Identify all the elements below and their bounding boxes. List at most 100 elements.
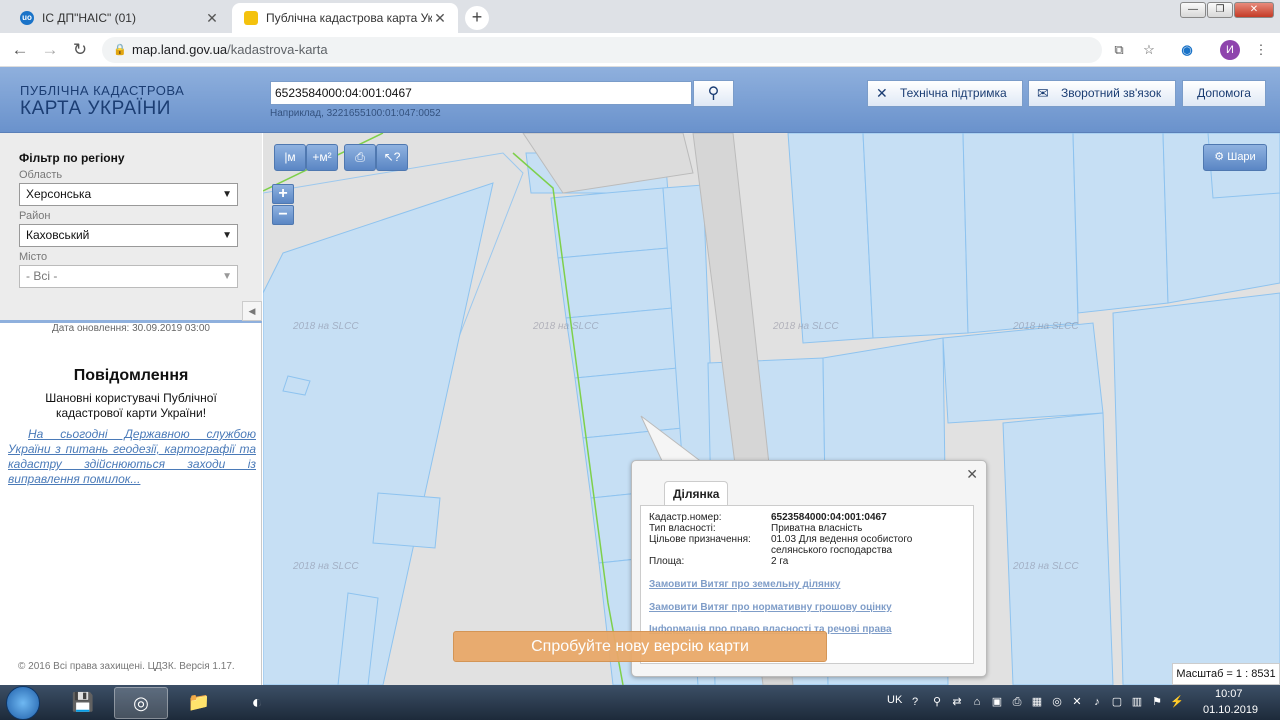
cadastral-search-input[interactable]	[270, 81, 692, 105]
tools-icon: ✕	[876, 85, 888, 101]
app-icon[interactable]: ◐	[230, 687, 284, 719]
search-button[interactable]: ⚲	[693, 80, 734, 107]
language-indicator[interactable]: UK	[887, 694, 902, 706]
identify-label: ?	[393, 150, 401, 164]
close-icon[interactable]: ✕	[204, 10, 220, 27]
menu-icon[interactable]: ⋮	[1252, 41, 1270, 59]
feedback-button[interactable]: ✉ Зворотний зв'язок	[1028, 80, 1176, 107]
help-label: Допомога	[1197, 86, 1251, 100]
watermark: 2018 на SLCC	[773, 321, 839, 332]
field-value: 6523584000:04:001:0467	[771, 512, 887, 523]
save-disk-icon[interactable]: 💾	[56, 687, 110, 719]
field-key: Цільове призначення:	[649, 534, 751, 545]
rayon-select[interactable]: Каховський ▼	[19, 224, 238, 247]
reload-icon[interactable]: ↻	[69, 39, 91, 61]
tab-is-dp-nais[interactable]: uo ІС ДП"НАІС" (01) ✕	[8, 3, 230, 33]
tab-title: Публічна кадастрова карта України	[266, 11, 432, 25]
field-key: Кадастр.номер:	[649, 512, 722, 523]
measure-area-label: +м²	[312, 150, 332, 164]
identify-button[interactable]: ↖?	[376, 144, 408, 171]
try-new-version-banner[interactable]: Спробуйте нову версію карти	[453, 631, 827, 662]
tab-title: ІС ДП"НАІС" (01)	[42, 11, 136, 25]
maximize-button[interactable]: ❐	[1207, 2, 1233, 18]
region-filter-panel: Фільтр по регіону Область Херсонська ▼ Р…	[0, 133, 262, 323]
minimize-button[interactable]: —	[1180, 2, 1206, 18]
tray-icon[interactable]: ▦	[1030, 695, 1044, 709]
browser-toolbar: ← → ↻ 🔒 map.land.gov.ua/kadastrova-karta…	[0, 33, 1280, 67]
collapse-sidebar-button[interactable]: ◀	[242, 301, 262, 321]
site-header: ПУБЛІЧНА КАДАСТРОВА КАРТА УКРАЇНИ ⚲ Напр…	[0, 67, 1280, 133]
search-hint: Наприклад, 3221655100:01:047:0052	[270, 108, 441, 119]
tray-icon[interactable]: ⌂	[970, 695, 984, 709]
dropdown-arrow-icon: ▼	[222, 271, 232, 282]
start-button[interactable]	[6, 686, 40, 720]
zoom-in-button[interactable]: +	[272, 184, 294, 204]
watermark: 2018 на SLCC	[1013, 561, 1079, 572]
tray-icon[interactable]: ▥	[1130, 695, 1144, 709]
layers-button[interactable]: ⚙ Шари	[1203, 144, 1267, 171]
back-icon[interactable]: ←	[9, 39, 31, 61]
help-button[interactable]: Допомога	[1182, 80, 1266, 107]
oblast-value: Херсонська	[26, 187, 92, 201]
tray-icon[interactable]: ⇄	[950, 695, 964, 709]
tray-icon[interactable]: ▢	[1110, 695, 1124, 709]
help-icon[interactable]: ?	[908, 695, 922, 709]
city-label: Місто	[19, 251, 48, 263]
tray-icon[interactable]: ✕	[1070, 695, 1084, 709]
dropdown-arrow-icon: ▼	[222, 189, 232, 200]
lock-icon: 🔒	[113, 44, 127, 56]
watermark: 2018 на SLCC	[293, 321, 359, 332]
clock-time[interactable]: 10:07	[1215, 688, 1243, 700]
star-icon[interactable]: ☆	[1140, 41, 1158, 59]
cadastral-map[interactable]: 2018 на SLCC 2018 на SLCC 2018 на SLCC 2…	[263, 133, 1280, 685]
tray-icon[interactable]: ⎙	[1010, 695, 1024, 709]
extension-icon[interactable]: ◉	[1178, 41, 1196, 59]
window-close-button[interactable]: ✕	[1234, 2, 1274, 18]
tab-parcel[interactable]: Ділянка	[664, 481, 729, 506]
pointer-icon: ↖	[383, 150, 394, 164]
support-button[interactable]: ✕ Технічна підтримка	[867, 80, 1023, 107]
close-icon[interactable]: ✕	[966, 466, 978, 483]
new-tab-button[interactable]: +	[465, 6, 489, 30]
avatar[interactable]: И	[1220, 40, 1240, 60]
tray-icon[interactable]: ⚲	[930, 695, 944, 709]
chrome-icon[interactable]: ◎	[1050, 695, 1064, 709]
envelope-icon: ✉	[1037, 85, 1049, 101]
order-extract-valuation-link[interactable]: Замовити Витяг про нормативну грошову оц…	[649, 602, 892, 613]
print-button[interactable]: ⎙	[344, 144, 376, 171]
layers-label: Шари	[1227, 151, 1256, 163]
field-value: 01.03 Для ведення особистого селянського…	[771, 534, 913, 556]
notice-link[interactable]: На сьогодні Державною службою України з …	[8, 427, 256, 487]
oblast-select[interactable]: Херсонська ▼	[19, 183, 238, 206]
url-host: map.land.gov.ua	[132, 42, 228, 57]
filter-title: Фільтр по регіону	[19, 151, 125, 165]
dropdown-arrow-icon: ▼	[222, 230, 232, 241]
uo-logo-icon: uo	[20, 11, 34, 25]
translate-icon[interactable]: ⧉	[1110, 41, 1128, 59]
measure-line-button[interactable]: |м	[274, 144, 306, 171]
windows-taskbar: 💾 ◎ 📁 ◐ UK ? ⚲ ⇄ ⌂ ▣ ⎙ ▦ ◎ ✕ ♪ ▢ ▥ ⚑ ⚡ 1…	[0, 685, 1280, 720]
tab-cadastral-map[interactable]: Публічна кадастрова карта України ✕	[232, 3, 458, 33]
clock-date[interactable]: 01.10.2019	[1203, 704, 1258, 716]
forward-icon[interactable]: →	[39, 39, 61, 61]
close-icon[interactable]: ✕	[432, 10, 448, 27]
volume-icon[interactable]: ♪	[1090, 695, 1104, 709]
logo-line2: КАРТА УКРАЇНИ	[20, 98, 171, 119]
field-key: Площа:	[649, 556, 685, 567]
folder-icon[interactable]: 📁	[172, 687, 226, 719]
order-extract-parcel-link[interactable]: Замовити Витяг про земельну ділянку	[649, 579, 840, 590]
measure-area-button[interactable]: +м²	[306, 144, 338, 171]
tray-icon[interactable]: ▣	[990, 695, 1004, 709]
network-icon[interactable]: ⚡	[1170, 695, 1184, 709]
map-scale: Масштаб = 1 : 8531	[1172, 663, 1280, 685]
notice-body: Шановні користувачі Публічної кадастрово…	[45, 391, 217, 420]
city-select[interactable]: - Всі - ▼	[19, 265, 238, 288]
print-icon: ⎙	[355, 150, 365, 164]
chrome-icon[interactable]: ◎	[114, 687, 168, 719]
flag-icon[interactable]: ⚑	[1150, 695, 1164, 709]
rayon-label: Район	[19, 210, 51, 222]
gear-icon: ⚙	[1214, 151, 1225, 163]
measure-line-label: |м	[284, 150, 296, 164]
zoom-out-button[interactable]: −	[272, 205, 294, 225]
address-bar[interactable]: 🔒 map.land.gov.ua/kadastrova-karta	[102, 37, 1102, 63]
